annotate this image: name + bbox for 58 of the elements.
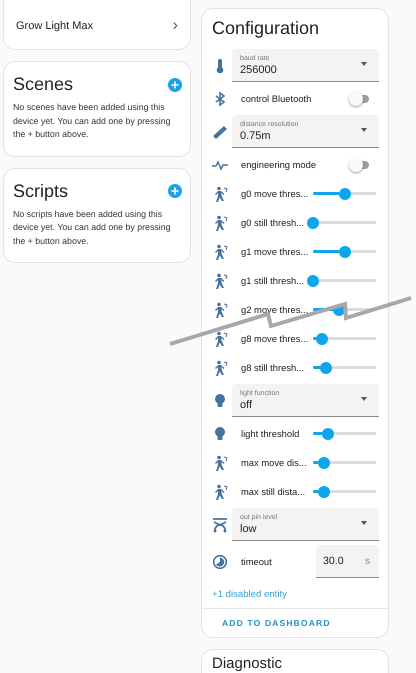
slider-thumb[interactable]: [318, 486, 330, 498]
setting-label: max still dista...: [241, 486, 306, 497]
card-title: Configuration: [211, 16, 320, 40]
dropdown-caret-icon: [361, 521, 367, 525]
ruler-icon: [212, 124, 228, 140]
dropdown-caret-icon: [361, 128, 367, 132]
field-value: off: [240, 399, 252, 411]
empty-message: No scenes have been added using this device yet. You can add one by pressing the + button above.: [13, 101, 172, 141]
setting-label: light threshold: [241, 428, 300, 439]
slider-fill: [313, 337, 316, 340]
add-icon[interactable]: [168, 78, 182, 92]
setting-label: g1 move thres...: [241, 246, 307, 257]
slider-fill: [313, 250, 340, 253]
toggle-switch[interactable]: [349, 158, 369, 172]
card-title: Scripts: [13, 180, 68, 202]
timer-icon: [212, 554, 228, 570]
empty-message: No scripts have been added using this device yet. You can add one by pressing the + button above.: [13, 208, 172, 248]
slider-thumb[interactable]: [320, 362, 332, 374]
dropdown-caret-icon: [361, 397, 367, 401]
card-title: Scenes: [13, 74, 74, 95]
setting-label: engineering mode: [240, 159, 318, 170]
lightbulb-icon: [212, 426, 228, 442]
slider-fill: [313, 192, 340, 195]
setting-label: g0 move thres...: [241, 188, 307, 199]
slider-thumb[interactable]: [316, 332, 328, 344]
setting-label: g0 still thresh...: [241, 217, 306, 228]
field-value: 256000: [240, 64, 277, 76]
slider-fill: [313, 366, 320, 369]
switch-arch-icon: [212, 516, 228, 532]
setting-label: g8 move thres...: [241, 333, 307, 344]
chevron-icon: ›: [172, 17, 178, 35]
slider-fill: [313, 432, 322, 435]
lightbulb-icon: [212, 392, 228, 408]
setting-label: g2 move thres...: [241, 304, 307, 315]
field-value: low: [240, 523, 257, 535]
field-value: 0.75m: [240, 130, 271, 142]
slider-thumb[interactable]: [339, 188, 352, 200]
setting-label: g1 still thresh...: [241, 275, 306, 286]
item-label: Grow Light Max: [16, 20, 94, 32]
unit-label: s: [365, 556, 370, 566]
setting-label: max move dis...: [241, 457, 307, 468]
slider-thumb[interactable]: [339, 246, 352, 258]
slider-thumb[interactable]: [307, 216, 319, 228]
setting-label: control Bluetooth: [240, 93, 312, 104]
device-list-item[interactable]: Grow Light Max ›: [4, 15, 190, 37]
add-icon[interactable]: [168, 184, 182, 198]
number-field[interactable]: 30.0 s: [316, 545, 379, 578]
setting-label: timeout: [240, 556, 272, 567]
card-title: Diagnostic: [212, 655, 284, 672]
slider-fill: [313, 461, 318, 464]
toggle-switch[interactable]: [349, 92, 369, 106]
slider-thumb[interactable]: [322, 428, 334, 440]
setting-label: g8 still thresh...: [241, 362, 306, 373]
slider-thumb[interactable]: [307, 274, 319, 286]
slider-fill: [313, 490, 318, 493]
dropdown-caret-icon: [361, 62, 367, 66]
slider-thumb[interactable]: [318, 456, 330, 468]
field-value: 30.0: [323, 555, 344, 567]
